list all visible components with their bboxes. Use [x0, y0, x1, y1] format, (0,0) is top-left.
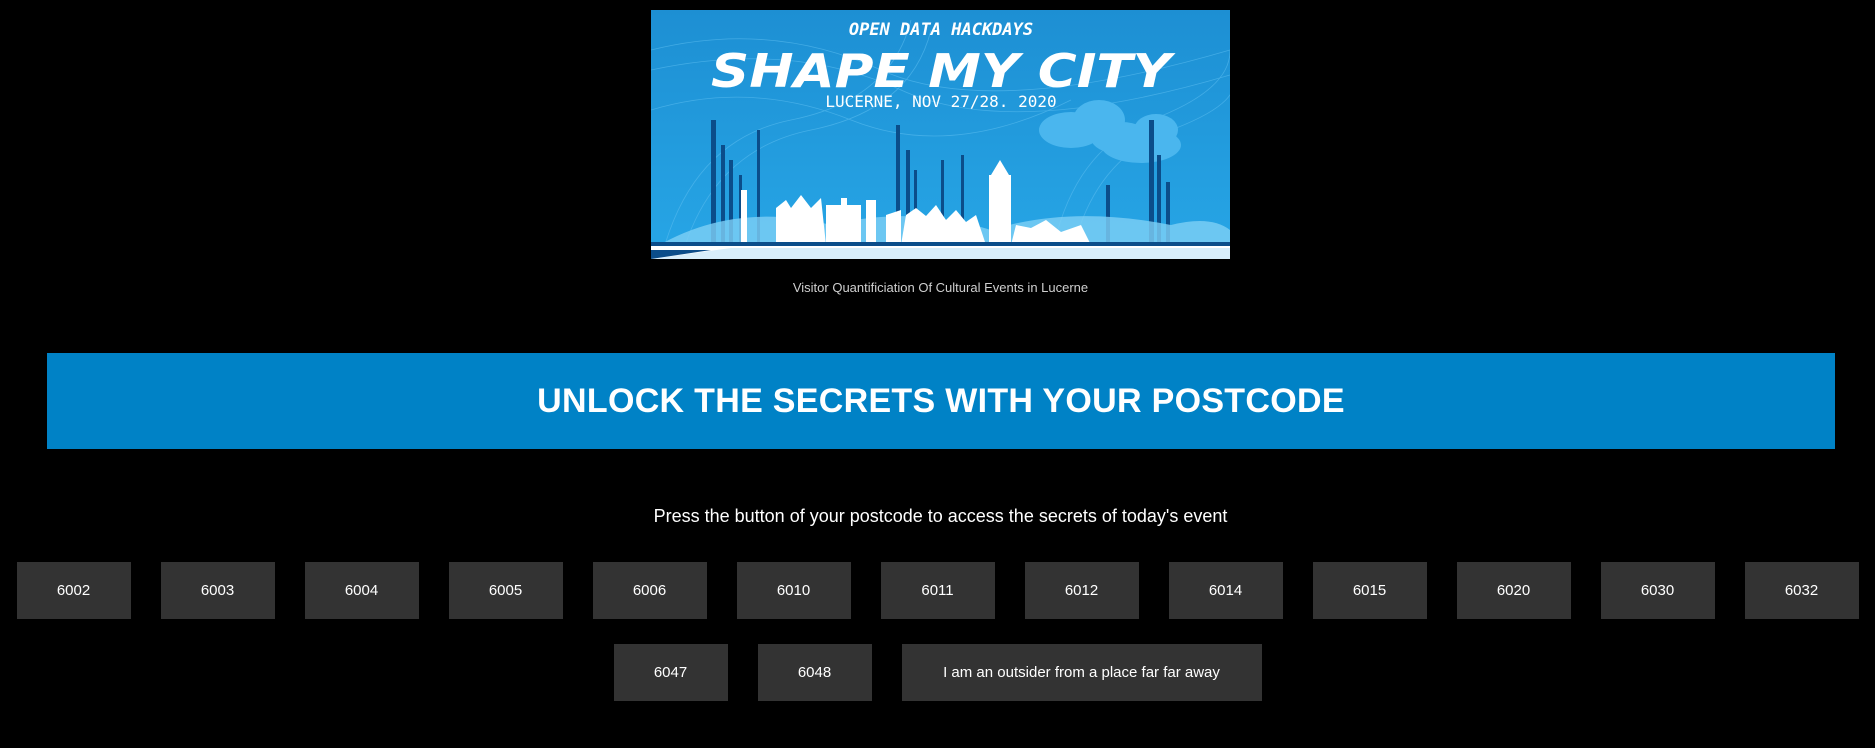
- postcode-button-6014[interactable]: 6014: [1168, 562, 1283, 619]
- postcode-button-6020[interactable]: 6020: [1456, 562, 1571, 619]
- page: OPEN DATA HACKDAYS SHAPE MY CITY LUCERNE…: [0, 0, 1875, 748]
- skyline-illustration: OPEN DATA HACKDAYS SHAPE MY CITY LUCERNE…: [651, 10, 1230, 259]
- postcode-button-6004[interactable]: 6004: [304, 562, 419, 619]
- postcode-button-6048[interactable]: 6048: [757, 644, 872, 701]
- postcode-button-6010[interactable]: 6010: [736, 562, 851, 619]
- postcode-button-6012[interactable]: 6012: [1024, 562, 1139, 619]
- instruction-text: Press the button of your postcode to acc…: [653, 506, 1228, 526]
- postcode-button-6006[interactable]: 6006: [592, 562, 707, 619]
- postcode-button-6003[interactable]: 6003: [160, 562, 275, 619]
- postcode-button-6030[interactable]: 6030: [1600, 562, 1715, 619]
- banner-caption: Visitor Quantificiation Of Cultural Even…: [792, 280, 1089, 295]
- page-headline: UNLOCK THE SECRETS WITH YOUR POSTCODE: [537, 381, 1345, 420]
- postcode-button-6047[interactable]: 6047: [613, 644, 728, 701]
- postcode-button-6015[interactable]: 6015: [1312, 562, 1427, 619]
- postcode-row-2: 6047 6048 I am an outsider from a place …: [0, 644, 1875, 701]
- postcode-row-1: 6002 6003 6004 6005 6006 6010 6011 6012 …: [0, 562, 1875, 619]
- outsider-button[interactable]: I am an outsider from a place far far aw…: [901, 644, 1262, 701]
- banner-kicker: OPEN DATA HACKDAYS: [849, 20, 1033, 40]
- banner-title: SHAPE MY CITY: [711, 44, 1176, 98]
- postcode-button-6032[interactable]: 6032: [1744, 562, 1859, 619]
- postcode-button-6011[interactable]: 6011: [880, 562, 995, 619]
- banner-subtitle: LUCERNE, NOV 27/28. 2020: [825, 92, 1056, 111]
- postcode-button-6005[interactable]: 6005: [448, 562, 563, 619]
- hackdays-banner: OPEN DATA HACKDAYS SHAPE MY CITY LUCERNE…: [651, 10, 1230, 259]
- headline-bar: UNLOCK THE SECRETS WITH YOUR POSTCODE: [47, 353, 1835, 449]
- postcode-button-6002[interactable]: 6002: [16, 562, 131, 619]
